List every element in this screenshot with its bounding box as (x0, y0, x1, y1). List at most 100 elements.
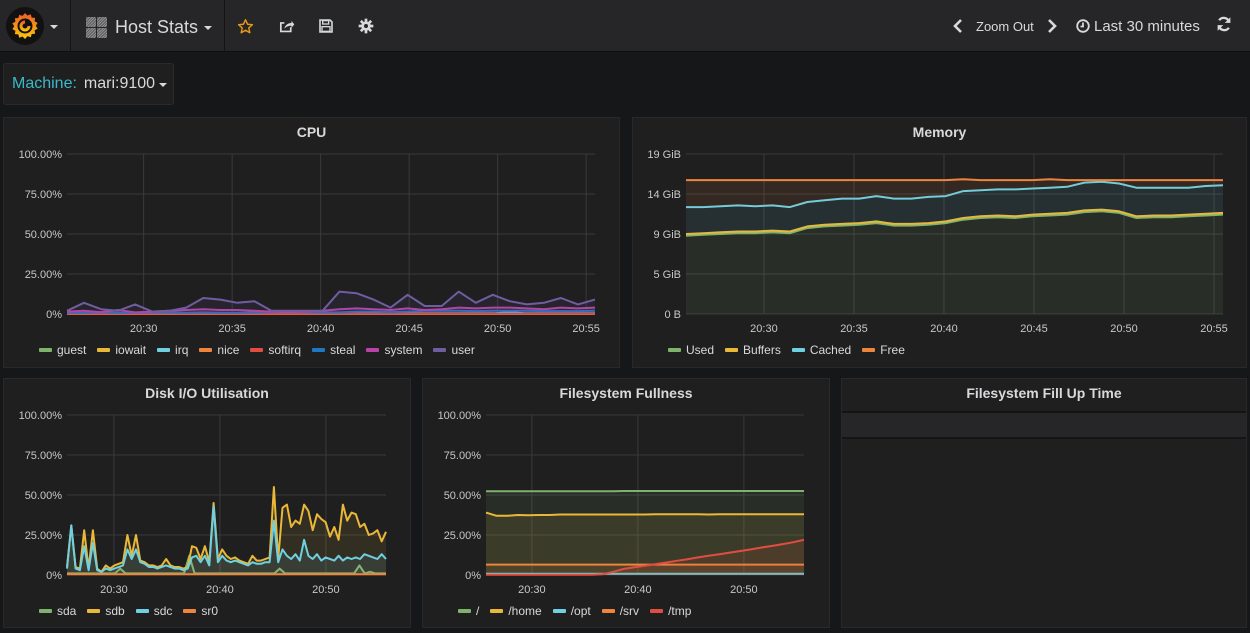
legend-swatch (862, 348, 876, 352)
legend-item[interactable]: /home (490, 604, 542, 618)
y-tick-label: 0% (46, 309, 62, 321)
y-tick-label: 0% (46, 570, 62, 582)
legend-label: user (451, 343, 475, 357)
legend-item[interactable]: Used (668, 343, 714, 357)
filesystem-fullness-panel: Filesystem Fullness 0% 25.00% 50.00% 75.00%… (422, 378, 830, 628)
memory-chart: 0 B 5 GiB 9 GiB 14 GiB 19 GiB 20:30 20:35 20:40… (647, 149, 1228, 335)
y-tick-label: 50.00% (25, 490, 63, 502)
legend-swatch (157, 348, 171, 352)
legend-swatch (490, 609, 504, 613)
grafana-logo-icon (6, 7, 44, 45)
x-tick-label: 20:30 (100, 584, 128, 596)
legend-item[interactable]: steal (312, 343, 355, 357)
divider (70, 0, 71, 51)
x-tick-label: 20:50 (484, 323, 512, 335)
legend-item[interactable]: / (458, 604, 479, 618)
time-back-button[interactable] (950, 14, 966, 38)
legend-swatch (97, 348, 111, 352)
chart-legend: / /home/opt/srv/tmp (458, 604, 702, 618)
star-icon (237, 18, 253, 33)
machine-variable-dropdown[interactable]: mari:9100 (83, 75, 168, 93)
legend-label: /home (508, 604, 542, 618)
star-button[interactable] (234, 15, 256, 37)
legend-label: /opt (570, 604, 591, 618)
legend-item[interactable]: irq (157, 343, 188, 357)
x-tick-label: 20:55 (572, 323, 600, 335)
x-tick-label: 20:55 (1200, 323, 1228, 335)
legend-item[interactable]: guest (39, 343, 86, 357)
time-range-picker[interactable]: Last 30 minutes (1076, 14, 1200, 38)
refresh-button[interactable] (1215, 15, 1237, 37)
legend-item[interactable]: softirq (250, 343, 301, 357)
legend-label: / (476, 604, 480, 618)
legend-item[interactable]: iowait (97, 343, 146, 357)
settings-button[interactable] (355, 15, 377, 37)
dashboard-title-dropdown[interactable]: Host Stats (86, 13, 213, 41)
y-tick-label: 25.00% (25, 530, 63, 542)
chevron-down-icon (204, 26, 213, 30)
machine-variable-label: Machine: (12, 75, 77, 92)
legend-item[interactable]: Cached (791, 343, 851, 357)
chevron-down-icon (50, 25, 58, 29)
grafana-menu-button[interactable] (6, 7, 66, 45)
legend-item[interactable]: system (366, 343, 422, 357)
save-button[interactable] (315, 15, 337, 37)
legend-swatch (366, 348, 380, 352)
x-tick-label: 20:30 (518, 584, 546, 596)
chevron-down-icon (159, 83, 168, 87)
chart-legend: Used Buffers Cached Free (668, 343, 916, 357)
legend-item[interactable]: Free (862, 343, 905, 357)
machine-variable-value: mari:9100 (83, 75, 156, 92)
x-tick-label: 20:45 (395, 323, 423, 335)
legend-item[interactable]: user (433, 343, 475, 357)
legend-item[interactable]: sr0 (183, 604, 218, 618)
legend-item[interactable]: nice (199, 343, 239, 357)
legend-swatch (458, 609, 471, 613)
y-tick-label: 9 GiB (653, 229, 681, 241)
x-tick-label: 20:50 (1110, 323, 1138, 335)
time-forward-button[interactable] (1044, 14, 1060, 38)
table-header (842, 411, 1246, 439)
legend-item[interactable]: Buffers (725, 343, 781, 357)
zoom-out-button[interactable]: Zoom Out (976, 19, 1034, 34)
legend-label: sda (57, 604, 77, 618)
legend-item[interactable]: sdb (87, 604, 125, 618)
y-tick-label: 19 GiB (647, 149, 681, 161)
legend-swatch (433, 348, 447, 352)
legend-item[interactable]: sdc (135, 604, 173, 618)
refresh-icon (1217, 16, 1231, 32)
x-tick-label: 20:35 (218, 323, 246, 335)
clock-icon (1076, 19, 1090, 33)
time-range-label: Last 30 minutes (1094, 17, 1200, 35)
panel-title[interactable]: Filesystem Fill Up Time (842, 385, 1246, 401)
x-tick-label: 20:35 (840, 323, 868, 335)
disk-io-chart: 0% 25.00% 50.00% 75.00% 100.00% 20:30 20:40 20:… (19, 410, 387, 596)
legend-swatch (87, 609, 101, 613)
legend-item[interactable]: /srv (601, 604, 639, 618)
legend-swatch (39, 609, 52, 613)
legend-swatch (668, 348, 681, 352)
legend-label: steal (330, 343, 356, 357)
filesystem-fill-up-time-panel: Filesystem Fill Up Time (841, 378, 1247, 628)
legend-label: /tmp (668, 604, 692, 618)
chart-legend: guest iowait irq nice softirq steal system user (39, 343, 486, 357)
chevron-left-icon (953, 19, 962, 33)
legend-label: iowait (115, 343, 147, 357)
legend-item[interactable]: /tmp (650, 604, 691, 618)
share-button[interactable] (275, 15, 297, 37)
dashboard-title: Host Stats (115, 16, 199, 37)
legend-label: sdc (153, 604, 173, 618)
y-tick-label: 50.00% (444, 490, 482, 502)
cpu-panel: CPU 0% 25.00% 50.00% 75.00% 100.00% 20:30 20:3… (3, 117, 620, 368)
legend-swatch (791, 348, 805, 352)
y-tick-label: 0% (465, 570, 481, 582)
legend-swatch (135, 609, 149, 613)
legend-item[interactable]: sda (39, 604, 76, 618)
y-tick-label: 75.00% (444, 450, 482, 462)
legend-swatch (552, 609, 566, 613)
legend-swatch (312, 348, 326, 352)
legend-item[interactable]: /opt (552, 604, 591, 618)
y-tick-label: 75.00% (25, 450, 63, 462)
memory-panel: Memory 0 B5 GiB 9 GiB 14 GiB 19 GiB 20:30 20:… (632, 117, 1247, 368)
x-tick-label: 20:45 (1020, 323, 1048, 335)
